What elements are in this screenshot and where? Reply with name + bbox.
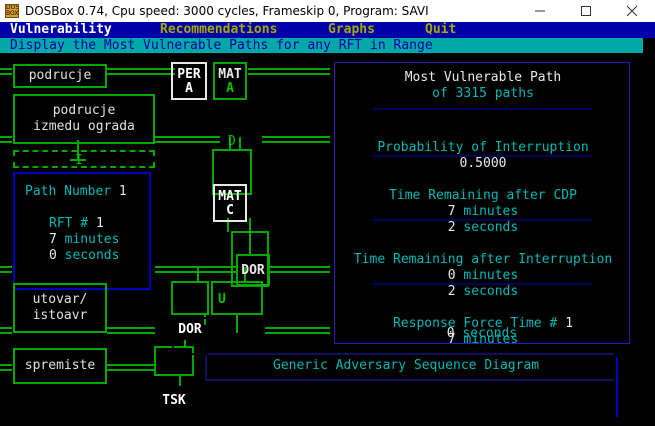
dos-screen: Vulnerability Recommendations Graphs Qui…: [0, 22, 655, 426]
diagram-title: Generic Adversary Sequence Diagram: [273, 358, 540, 373]
dosbox-icon[interactable]: DOS BOX: [5, 4, 19, 18]
maximize-icon: [581, 6, 591, 16]
close-icon: [626, 5, 638, 17]
close-button[interactable]: [609, 0, 655, 22]
maximize-button[interactable]: [563, 0, 609, 22]
window-title: DOSBox 0.74, Cpu speed: 3000 cycles, Fra…: [25, 4, 429, 18]
window-titlebar: DOS BOX DOSBox 0.74, Cpu speed: 3000 cyc…: [0, 0, 655, 22]
minimize-icon: [535, 10, 545, 12]
minimize-button[interactable]: [517, 0, 563, 22]
